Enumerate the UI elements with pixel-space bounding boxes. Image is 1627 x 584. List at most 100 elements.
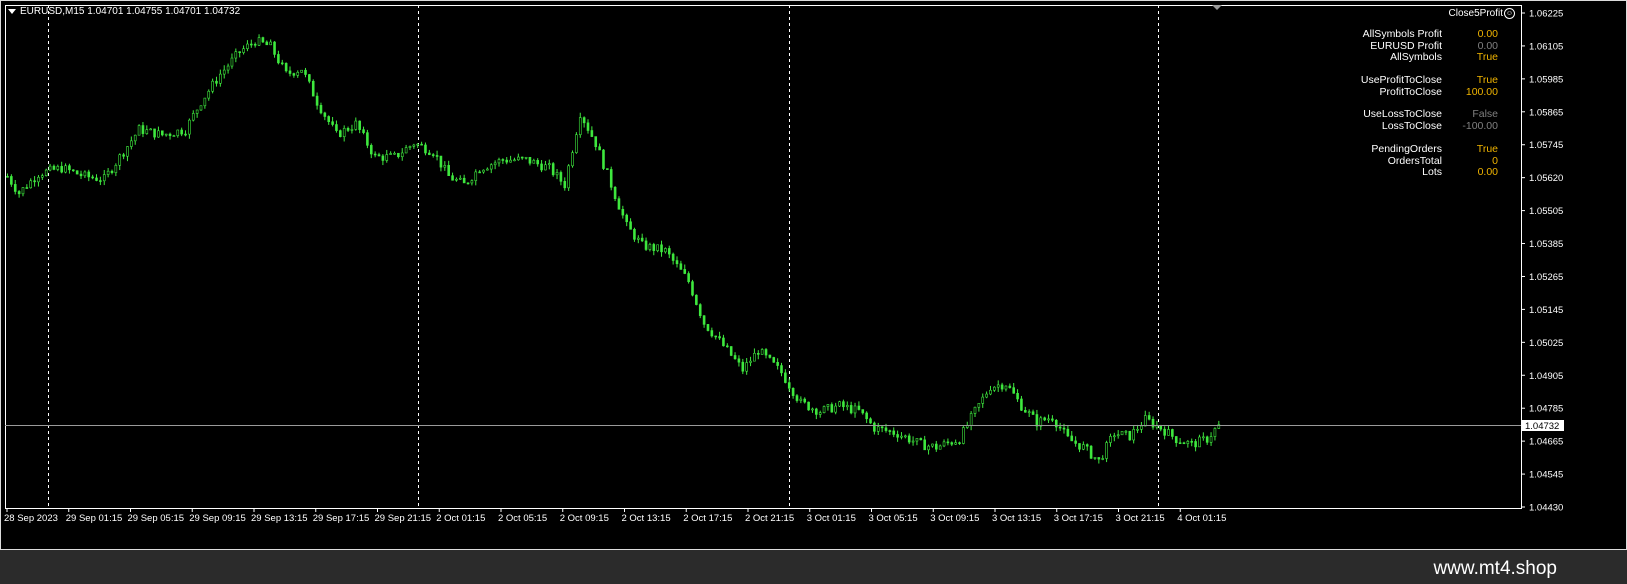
candle-body xyxy=(273,41,276,55)
candle-body xyxy=(308,74,311,82)
candle-body xyxy=(172,135,176,137)
candle-body xyxy=(358,120,361,130)
candle-body xyxy=(420,143,423,146)
candle-body xyxy=(900,435,903,438)
x-tick-label: 4 Oct 01:15 xyxy=(1177,513,1226,524)
candle-body xyxy=(203,97,207,107)
candle-body xyxy=(1024,410,1027,413)
candle-body xyxy=(230,57,234,67)
candle-body xyxy=(644,240,648,250)
candle-body xyxy=(834,405,837,413)
candle-body xyxy=(888,430,892,432)
candle-body xyxy=(1171,429,1174,437)
candle-body xyxy=(288,70,292,74)
info-row: LossToClose -100.00 xyxy=(1320,120,1560,133)
candle-body xyxy=(37,176,40,183)
candle-body xyxy=(664,248,667,253)
candle-body xyxy=(339,130,342,137)
chart-shift-marker[interactable] xyxy=(1212,5,1222,10)
candle-body xyxy=(1128,430,1132,441)
candle-body xyxy=(954,442,957,445)
dropdown-triangle-icon[interactable] xyxy=(8,8,16,14)
candle-body xyxy=(609,169,613,188)
candle-body xyxy=(1198,436,1201,448)
info-value: 100.00 xyxy=(1465,85,1498,98)
x-tick-label: 2 Oct 05:15 xyxy=(498,513,547,524)
candle-body xyxy=(695,294,698,305)
candle-body xyxy=(931,443,934,447)
candle-body xyxy=(772,357,776,363)
y-tick-label: 1.05265 xyxy=(1529,272,1563,283)
chart-window[interactable]: 1.06225 1.06105 1.05985 1.05865 1.05745 1.056… xyxy=(0,0,1627,550)
candle-body xyxy=(768,354,772,358)
candle-body xyxy=(753,353,756,362)
candle-body xyxy=(311,80,315,97)
candle-body xyxy=(118,154,122,166)
candle-body xyxy=(315,95,319,106)
candle-body xyxy=(633,229,636,240)
candle-body xyxy=(857,405,861,410)
candle-body xyxy=(1078,443,1081,450)
candle-body xyxy=(613,186,617,199)
candle-body xyxy=(575,134,578,153)
info-value: True xyxy=(1476,51,1498,64)
candle-body xyxy=(385,154,389,161)
candle-body xyxy=(1116,434,1120,437)
candle-body xyxy=(907,435,911,443)
candle-body xyxy=(838,401,841,407)
candle-body xyxy=(110,170,114,173)
y-tick-label: 1.05505 xyxy=(1529,206,1563,217)
candle-body xyxy=(1062,427,1066,430)
candle-body xyxy=(1012,387,1016,394)
candle-body xyxy=(443,165,447,168)
candle-body xyxy=(776,362,779,366)
info-row: AllSymbols True xyxy=(1320,52,1560,64)
candle-body xyxy=(1202,436,1205,439)
candle-body xyxy=(1004,385,1008,390)
candle-body xyxy=(164,133,168,136)
candle-body xyxy=(807,401,810,411)
candle-body xyxy=(993,386,996,391)
candle-body xyxy=(126,146,129,157)
ea-info-panel: AllSymbols Profit 0.00 EURUSD Profit 0.00 Al… xyxy=(1320,28,1560,179)
candle-body xyxy=(261,37,265,43)
candle-body xyxy=(563,181,567,189)
x-tick-label: 3 Oct 05:15 xyxy=(869,513,918,524)
candle-body xyxy=(1163,428,1166,436)
candle-body xyxy=(211,80,214,92)
x-tick-label: 29 Sep 05:15 xyxy=(128,513,185,524)
candle-body xyxy=(362,129,365,133)
candle-body xyxy=(679,263,683,270)
candle-body xyxy=(335,124,338,131)
info-label: Lots xyxy=(1422,166,1442,179)
x-tick-label: 29 Sep 13:15 xyxy=(251,513,308,524)
candle-body xyxy=(75,170,79,175)
candle-body xyxy=(629,221,632,230)
candle-body xyxy=(207,90,211,99)
candle-body xyxy=(1136,429,1139,431)
candle-body xyxy=(938,445,942,450)
candle-body xyxy=(513,159,516,162)
candle-body xyxy=(915,438,919,442)
candle-body xyxy=(141,125,145,134)
candle-body xyxy=(962,427,965,444)
info-value: 0.00 xyxy=(1477,166,1498,179)
candle-body xyxy=(501,159,505,161)
candle-body xyxy=(354,120,358,130)
candle-body xyxy=(756,353,760,355)
candle-body xyxy=(68,165,71,171)
candle-body xyxy=(222,69,226,75)
candle-body xyxy=(99,180,102,182)
candle-body xyxy=(25,187,29,189)
y-tick-label: 1.06225 xyxy=(1529,9,1563,20)
candle-body xyxy=(1147,415,1151,420)
candle-body xyxy=(826,404,830,407)
y-tick-label: 1.04785 xyxy=(1529,404,1563,415)
candle-body xyxy=(1058,426,1062,429)
candle-body xyxy=(29,180,33,189)
candle-body xyxy=(424,144,427,154)
footer-bar: www.mt4.shop xyxy=(0,550,1627,584)
expert-advisor-label[interactable]: Close5Profit ☺ xyxy=(1449,8,1515,19)
x-tick-label: 3 Oct 21:15 xyxy=(1116,513,1165,524)
candle-body xyxy=(927,445,930,451)
